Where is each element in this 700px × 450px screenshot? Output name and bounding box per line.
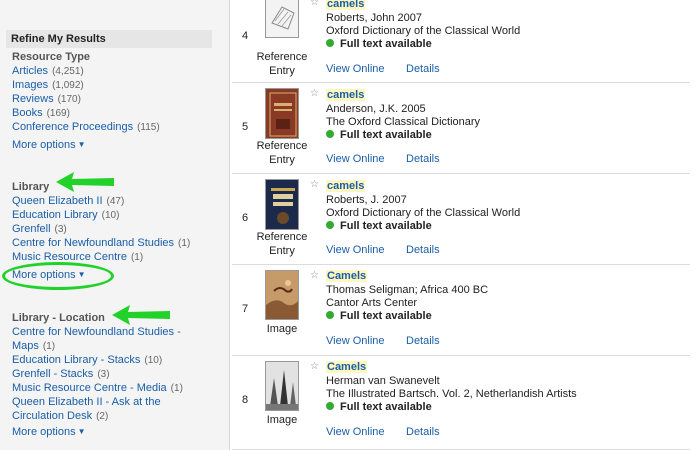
result-author: Roberts, John 2007 — [326, 12, 423, 24]
facet-item-qeii-circulation[interactable]: Queen Elizabeth II - Ask at the — [12, 395, 183, 409]
result-author: Roberts, J. 2007 — [326, 194, 407, 206]
result-type-label: Reference Entry — [256, 231, 308, 257]
facet-title: Resource Type — [12, 51, 91, 63]
facet-resource-type: Resource Type Articles (4,251) Images (1,0… — [12, 50, 160, 134]
result-type-label: Image — [266, 323, 298, 335]
book-cover-thumbnail[interactable] — [265, 88, 299, 139]
result-title-link[interactable]: Camels — [326, 270, 368, 282]
result-source: Oxford Dictionary of the Classical World — [326, 207, 521, 219]
refine-header: Refine My Results — [6, 30, 212, 48]
annotation-arrow-icon — [56, 172, 114, 192]
results-list: 4 Reference Entry ☆ camels Roberts, John … — [232, 0, 700, 450]
result-source: The Oxford Classical Dictionary — [326, 116, 481, 128]
full-text-status: Full text available — [326, 310, 432, 322]
facet-library-location: Library - Location Centre for Newfoundla… — [12, 311, 183, 423]
refine-sidebar: Refine My Results Resource Type Articles… — [0, 0, 230, 450]
result-item: 5 Reference Entry ☆ camels Anderson, J.K.… — [232, 83, 690, 174]
full-text-status: Full text available — [326, 38, 432, 50]
facet-item-qeii-circulation-cont[interactable]: Circulation Desk (2) — [12, 409, 183, 423]
result-type-label: Image — [266, 414, 298, 426]
result-title-link[interactable]: camels — [326, 0, 366, 10]
facet-item-education-library[interactable]: Education Library (10) — [12, 208, 190, 222]
view-online-link[interactable]: View Online — [326, 335, 385, 347]
result-item: 8 Image ☆ Camels Herman van Swanevelt Th… — [232, 356, 690, 450]
green-dot-icon — [326, 402, 334, 410]
view-online-link[interactable]: View Online — [326, 153, 385, 165]
facet-item-music-media[interactable]: Music Resource Centre - Media (1) — [12, 381, 183, 395]
result-item: 6 Reference Entry ☆ camels Roberts, J. 20… — [232, 174, 690, 265]
details-link[interactable]: Details — [406, 244, 440, 256]
more-options-library-location[interactable]: More options ▼ — [12, 426, 86, 438]
details-link[interactable]: Details — [406, 153, 440, 165]
result-type-label: Reference Entry — [256, 51, 308, 77]
result-source: Cantor Arts Center — [326, 297, 418, 309]
facet-item-cns-maps-cont[interactable]: Maps (1) — [12, 339, 183, 353]
view-online-link[interactable]: View Online — [326, 63, 385, 75]
result-source: Oxford Dictionary of the Classical World — [326, 25, 521, 37]
result-item: 7 Image ☆ Camels Thomas Seligman; Africa… — [232, 265, 690, 356]
image-thumbnail[interactable] — [265, 270, 299, 320]
result-title-link[interactable]: camels — [326, 89, 366, 101]
facet-item-conference-proceedings[interactable]: Conference Proceedings (115) — [12, 120, 160, 134]
green-dot-icon — [326, 311, 334, 319]
facet-item-books[interactable]: Books (169) — [12, 106, 160, 120]
annotation-ellipse — [2, 262, 114, 290]
details-link[interactable]: Details — [406, 63, 440, 75]
facet-item-cns-maps[interactable]: Centre for Newfoundland Studies - — [12, 325, 183, 339]
image-thumbnail[interactable] — [265, 361, 299, 411]
chevron-down-icon: ▼ — [77, 140, 86, 149]
details-link[interactable]: Details — [406, 426, 440, 438]
result-source: The Illustrated Bartsch. Vol. 2, Netherl… — [326, 388, 577, 400]
facet-item-grenfell[interactable]: Grenfell (3) — [12, 222, 190, 236]
star-icon[interactable]: ☆ — [310, 270, 319, 281]
green-dot-icon — [326, 39, 334, 47]
result-number: 8 — [242, 394, 249, 406]
facet-item-grenfell-stacks[interactable]: Grenfell - Stacks (3) — [12, 367, 183, 381]
full-text-status: Full text available — [326, 220, 432, 232]
result-author: Anderson, J.K. 2005 — [326, 103, 426, 115]
result-author: Thomas Seligman; Africa 400 BC — [326, 284, 489, 296]
result-number: 7 — [242, 303, 249, 315]
chevron-down-icon: ▼ — [77, 427, 86, 436]
full-text-status: Full text available — [326, 129, 432, 141]
result-number: 5 — [242, 121, 249, 133]
view-online-link[interactable]: View Online — [326, 426, 385, 438]
facet-item-education-stacks[interactable]: Education Library - Stacks (10) — [12, 353, 183, 367]
facet-item-reviews[interactable]: Reviews (170) — [12, 92, 160, 106]
more-options-resource-type[interactable]: More options ▼ — [12, 139, 86, 151]
result-number: 4 — [242, 30, 249, 42]
facet-item-images[interactable]: Images (1,092) — [12, 78, 160, 92]
view-online-link[interactable]: View Online — [326, 244, 385, 256]
facet-item-articles[interactable]: Articles (4,251) — [12, 64, 160, 78]
green-dot-icon — [326, 221, 334, 229]
star-icon[interactable]: ☆ — [310, 179, 319, 190]
annotation-arrow-icon — [112, 305, 170, 325]
result-type-label: Reference Entry — [256, 140, 308, 166]
result-number: 6 — [242, 212, 249, 224]
result-title-link[interactable]: Camels — [326, 361, 368, 373]
star-icon[interactable]: ☆ — [310, 88, 319, 99]
full-text-status: Full text available — [326, 401, 432, 413]
result-author: Herman van Swanevelt — [326, 375, 440, 387]
reference-thumbnail[interactable] — [265, 0, 299, 38]
facet-item-queen-elizabeth-ii[interactable]: Queen Elizabeth II (47) — [12, 194, 190, 208]
green-dot-icon — [326, 130, 334, 138]
page: Refine My Results Resource Type Articles… — [0, 0, 700, 450]
book-cover-thumbnail[interactable] — [265, 179, 299, 230]
result-item: 4 Reference Entry ☆ camels Roberts, John … — [232, 0, 690, 83]
star-icon[interactable]: ☆ — [310, 0, 319, 8]
star-icon[interactable]: ☆ — [310, 361, 319, 372]
details-link[interactable]: Details — [406, 335, 440, 347]
facet-item-centre-newfoundland[interactable]: Centre for Newfoundland Studies (1) — [12, 236, 190, 250]
result-title-link[interactable]: camels — [326, 180, 366, 192]
